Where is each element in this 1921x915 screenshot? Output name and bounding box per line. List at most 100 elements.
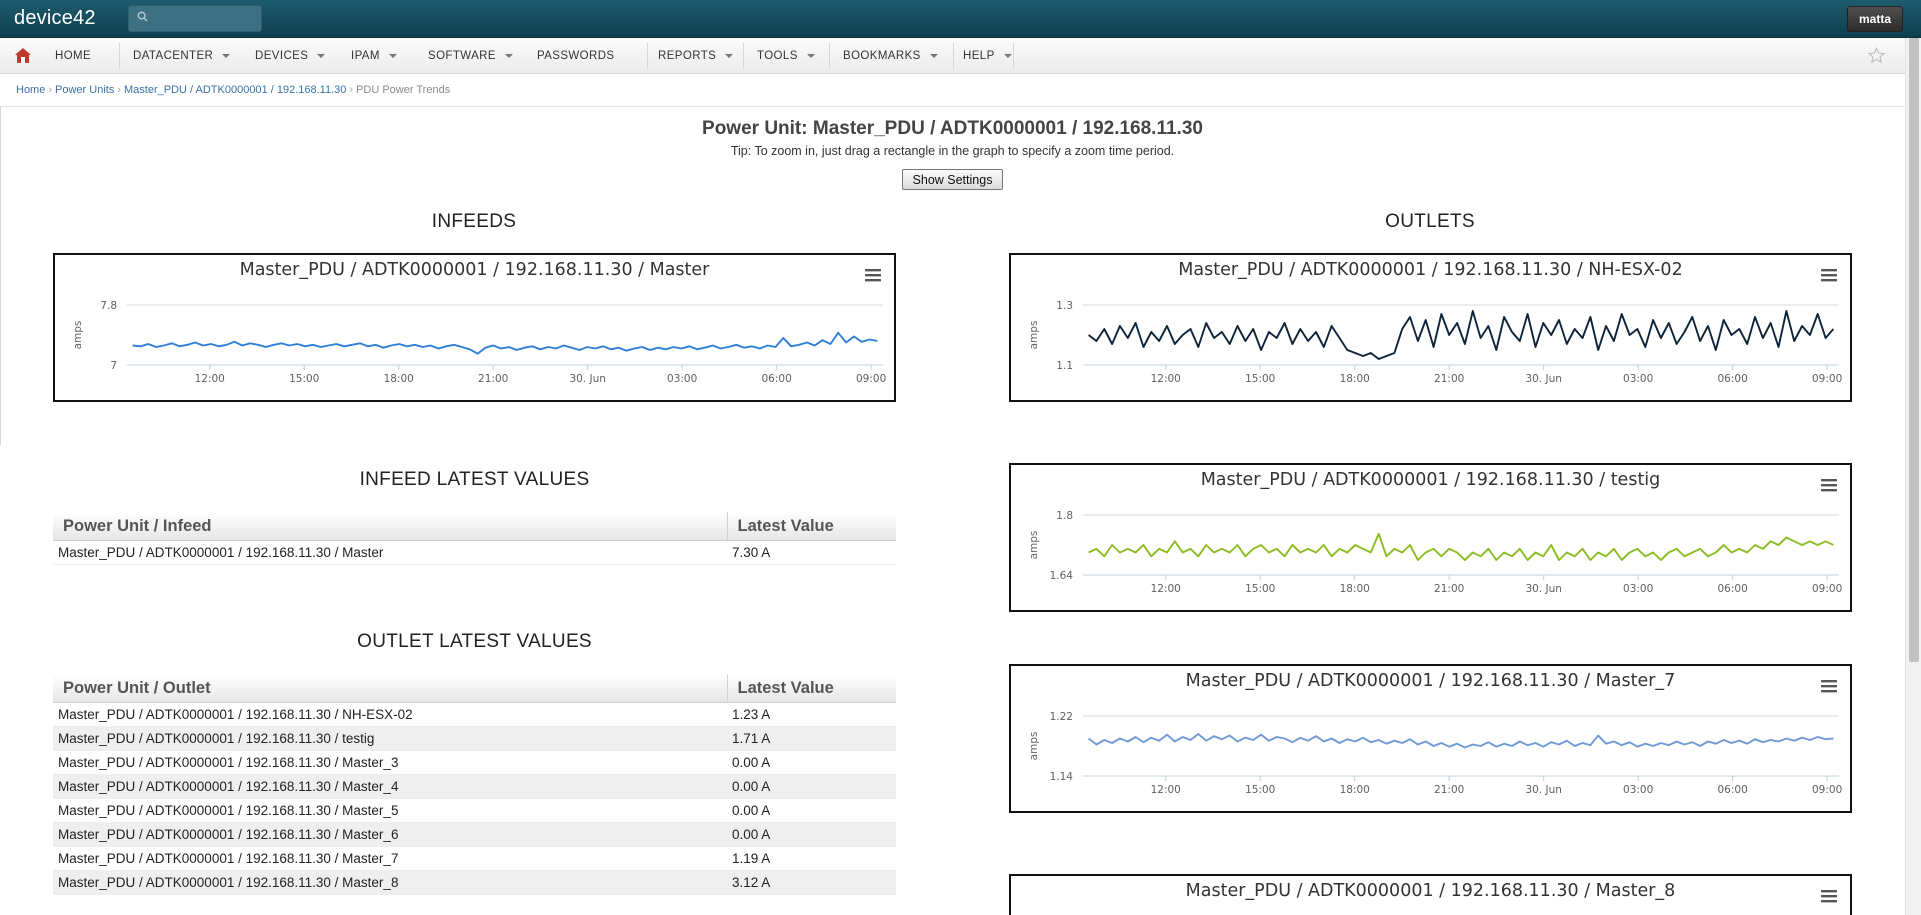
- y-axis-label: amps: [1028, 531, 1040, 560]
- breadcrumb-unit[interactable]: Master_PDU / ADTK0000001 / 192.168.11.30: [124, 84, 346, 96]
- cell-power-unit: Master_PDU / ADTK0000001 / 192.168.11.30…: [53, 702, 727, 727]
- main-nav: HOME DATACENTER DEVICES IPAM SOFTWARE PASSWOR…: [0, 38, 1905, 74]
- x-tick-label: 21:00: [478, 373, 508, 385]
- series-line[interactable]: [1088, 310, 1835, 360]
- x-tick-label: 06:00: [762, 373, 792, 385]
- scrollbar-thumb[interactable]: [1909, 38, 1919, 662]
- cell-latest-value: 0.00 A: [727, 750, 896, 775]
- table-row: Master_PDU / ADTK0000001 / 192.168.11.30…: [53, 846, 896, 871]
- home-icon[interactable]: [14, 47, 32, 64]
- x-tick-label: 03:00: [1623, 373, 1653, 385]
- column-header-latest-value[interactable]: Latest Value: [726, 512, 896, 541]
- table-row: Master_PDU / ADTK0000001 / 192.168.11.30…: [53, 798, 896, 823]
- x-tick-label: 15:00: [289, 373, 319, 385]
- page-title: Power Unit: Master_PDU / ADTK0000001 / 1…: [702, 118, 1203, 139]
- cell-power-unit: Master_PDU / ADTK0000001 / 192.168.11.30…: [53, 822, 727, 847]
- x-tick-label: 03:00: [1623, 583, 1653, 595]
- chart-outlet-nh-esx-02-svg[interactable]: Master_PDU / ADTK0000001 / 192.168.11.30…: [1011, 255, 1850, 400]
- chart-menu-icon[interactable]: [1821, 680, 1837, 693]
- x-tick-label: 30. Jun: [569, 373, 605, 385]
- cell-latest-value: 1.71 A: [727, 726, 896, 751]
- search-box[interactable]: [128, 5, 262, 32]
- search-input[interactable]: [153, 9, 257, 28]
- series-line[interactable]: [1088, 733, 1834, 749]
- nav-datacenter[interactable]: DATACENTER: [133, 38, 231, 74]
- chart-outlet-testig-svg[interactable]: Master_PDU / ADTK0000001 / 192.168.11.30…: [1011, 465, 1850, 610]
- nav-devices[interactable]: DEVICES: [255, 38, 326, 74]
- chevron-down-icon: [1003, 53, 1012, 58]
- nav-home[interactable]: HOME: [55, 38, 91, 74]
- x-tick-label: 06:00: [1718, 583, 1748, 595]
- nav-bookmarks[interactable]: BOOKMARKS: [843, 38, 938, 74]
- x-tick-label: 18:00: [384, 373, 414, 385]
- nav-item-label: BOOKMARKS: [843, 50, 921, 62]
- x-tick-label: 09:00: [1812, 373, 1842, 385]
- cell-power-unit: Master_PDU / ADTK0000001 / 192.168.11.30…: [53, 870, 727, 895]
- chart-outlet-master-7-svg[interactable]: Master_PDU / ADTK0000001 / 192.168.11.30…: [1011, 666, 1850, 811]
- nav-separator: [743, 43, 744, 69]
- outlet-latest-table: Power Unit / Outlet Latest Value Master_…: [53, 674, 896, 895]
- nav-ipam[interactable]: IPAM: [351, 38, 397, 74]
- chart-infeed-master[interactable]: Master_PDU / ADTK0000001 / 192.168.11.30…: [53, 253, 896, 402]
- x-tick-label: 15:00: [1245, 583, 1275, 595]
- chart-title: Master_PDU / ADTK0000001 / 192.168.11.30…: [1186, 671, 1676, 691]
- cell-latest-value: 0.00 A: [727, 798, 896, 823]
- y-tick-label: 1.3: [1056, 300, 1073, 312]
- outlet-latest-heading: OUTLET LATEST VALUES: [357, 631, 592, 652]
- user-menu-button[interactable]: matta: [1846, 6, 1903, 32]
- nav-separator: [1013, 43, 1014, 69]
- nav-reports[interactable]: REPORTS: [658, 38, 734, 74]
- nav-item-label: DEVICES: [255, 50, 309, 62]
- y-tick-label: 1.64: [1050, 570, 1074, 582]
- nav-item-label: SOFTWARE: [428, 50, 496, 62]
- column-header-power-unit-infeed[interactable]: Power Unit / Infeed: [53, 512, 727, 541]
- nav-item-label: HELP: [963, 50, 995, 62]
- cell-latest-value: 1.19 A: [727, 846, 896, 871]
- chart-outlet-nh-esx-02[interactable]: Master_PDU / ADTK0000001 / 192.168.11.30…: [1009, 253, 1852, 402]
- table-row: Master_PDU / ADTK0000001 / 192.168.11.30…: [53, 822, 896, 847]
- breadcrumb-separator: ›: [349, 84, 354, 96]
- y-tick-label: 1.14: [1050, 771, 1074, 783]
- chart-menu-icon[interactable]: [865, 269, 881, 282]
- search-icon: [137, 11, 148, 22]
- chart-outlet-testig[interactable]: Master_PDU / ADTK0000001 / 192.168.11.30…: [1009, 463, 1852, 612]
- chart-menu-icon[interactable]: [1821, 479, 1837, 492]
- column-header-power-unit-outlet[interactable]: Power Unit / Outlet: [53, 674, 727, 703]
- outlets-heading: OUTLETS: [1385, 211, 1475, 232]
- x-tick-label: 30. Jun: [1525, 373, 1561, 385]
- x-tick-label: 09:00: [1812, 583, 1842, 595]
- series-line[interactable]: [1088, 532, 1834, 561]
- chart-menu-icon[interactable]: [1821, 269, 1837, 282]
- table-row: Master_PDU / ADTK0000001 / 192.168.11.30…: [53, 870, 896, 895]
- x-tick-label: 12:00: [1151, 583, 1181, 595]
- nav-passwords[interactable]: PASSWORDS: [537, 38, 615, 74]
- top-bar: device42 matta: [0, 0, 1921, 38]
- app-logo[interactable]: device42: [14, 7, 96, 30]
- chart-outlet-master-8[interactable]: Master_PDU / ADTK0000001 / 192.168.11.30…: [1009, 874, 1852, 915]
- chart-outlet-master-7[interactable]: Master_PDU / ADTK0000001 / 192.168.11.30…: [1009, 664, 1852, 813]
- chart-menu-icon[interactable]: [1821, 890, 1837, 903]
- chart-infeed-master-svg[interactable]: Master_PDU / ADTK0000001 / 192.168.11.30…: [55, 255, 894, 400]
- nav-help[interactable]: HELP: [963, 38, 1012, 74]
- column-header-latest-value[interactable]: Latest Value: [726, 674, 896, 703]
- chart-outlet-master-8-svg[interactable]: Master_PDU / ADTK0000001 / 192.168.11.30…: [1011, 876, 1850, 915]
- breadcrumb-current: PDU Power Trends: [356, 84, 451, 96]
- chart-title: Master_PDU / ADTK0000001 / 192.168.11.30…: [1178, 260, 1682, 280]
- series-line[interactable]: [132, 331, 878, 355]
- x-tick-label: 18:00: [1340, 784, 1370, 796]
- nav-tools[interactable]: TOOLS: [757, 38, 815, 74]
- star-icon[interactable]: [1868, 47, 1885, 64]
- y-tick-label: 1.8: [1056, 510, 1073, 522]
- x-tick-label: 03:00: [1623, 784, 1653, 796]
- x-tick-label: 18:00: [1340, 373, 1370, 385]
- y-tick-label: 7.8: [100, 300, 117, 312]
- breadcrumb-power-units[interactable]: Power Units: [55, 84, 114, 96]
- nav-item-label: REPORTS: [658, 50, 717, 62]
- x-tick-label: 12:00: [1151, 373, 1181, 385]
- page-scrollbar[interactable]: [1905, 38, 1921, 915]
- nav-separator: [119, 43, 120, 69]
- chart-title: Master_PDU / ADTK0000001 / 192.168.11.30…: [240, 260, 711, 280]
- breadcrumb-home[interactable]: Home: [16, 84, 45, 96]
- nav-software[interactable]: SOFTWARE: [428, 38, 513, 74]
- show-settings-button[interactable]: Show Settings: [902, 169, 1003, 190]
